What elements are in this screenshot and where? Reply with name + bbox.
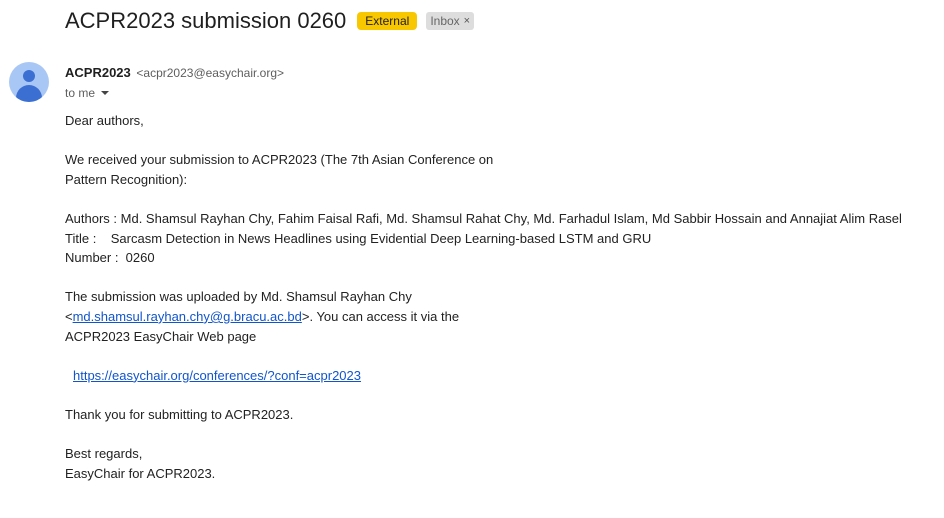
email-subject: ACPR2023 submission 0260 bbox=[65, 8, 347, 33]
uploaded-line-2: <md.shamsul.rayhan.chy@g.bracu.ac.bd>. Y… bbox=[65, 307, 935, 327]
chevron-down-icon[interactable] bbox=[101, 91, 110, 95]
recipient-details-toggle[interactable]: to me bbox=[65, 86, 110, 100]
avatar-head-shape bbox=[23, 70, 35, 82]
email-body: Dear authors, We received your submissio… bbox=[65, 111, 935, 483]
received-line-1: We received your submission to ACPR2023 … bbox=[65, 152, 494, 168]
greeting: Dear authors, bbox=[65, 113, 144, 128]
uploader-email-link[interactable]: md.shamsul.rayhan.chy@g.bracu.ac.bd bbox=[73, 309, 302, 324]
number-line: Number : 0260 bbox=[65, 250, 155, 266]
avatar-body-shape bbox=[16, 85, 42, 102]
title-line: Title : Sarcasm Detection in News Headli… bbox=[65, 230, 652, 246]
subject-row: ACPR2023 submission 0260 External Inbox … bbox=[65, 7, 475, 35]
email-view: ACPR2023 submission 0260 External Inbox … bbox=[0, 0, 944, 518]
sender-name[interactable]: ACPR2023 bbox=[65, 65, 131, 80]
sender-email: <acpr2023@easychair.org> bbox=[136, 66, 284, 80]
recipient-text: to me bbox=[65, 86, 96, 100]
signature-line: EasyChair for ACPR2023. bbox=[65, 465, 216, 481]
inbox-label[interactable]: Inbox × bbox=[426, 12, 475, 30]
authors-line: Authors : Md. Shamsul Rayhan Chy, Fahim … bbox=[65, 210, 902, 226]
uploaded-suffix: >. You can access it via the bbox=[301, 308, 460, 324]
sender-avatar[interactable] bbox=[9, 62, 49, 102]
received-line-2: Pattern Recognition): bbox=[65, 171, 188, 187]
regards-line: Best regards, bbox=[65, 446, 143, 462]
inbox-label-text: Inbox bbox=[430, 14, 460, 28]
uploaded-prefix: < bbox=[65, 308, 73, 324]
external-label: External bbox=[357, 12, 418, 30]
uploaded-line-1: The submission was uploaded by Md. Shams… bbox=[65, 289, 412, 305]
easychair-link[interactable]: https://easychair.org/conferences/?conf=… bbox=[73, 368, 361, 383]
remove-label-icon[interactable]: × bbox=[464, 12, 470, 30]
uploaded-line-3: ACPR2023 EasyChair Web page bbox=[65, 328, 257, 344]
thanks-line: Thank you for submitting to ACPR2023. bbox=[65, 406, 294, 422]
sender-line: ACPR2023 <acpr2023@easychair.org> bbox=[65, 65, 284, 81]
easychair-link-line: https://easychair.org/conferences/?conf=… bbox=[65, 366, 935, 386]
